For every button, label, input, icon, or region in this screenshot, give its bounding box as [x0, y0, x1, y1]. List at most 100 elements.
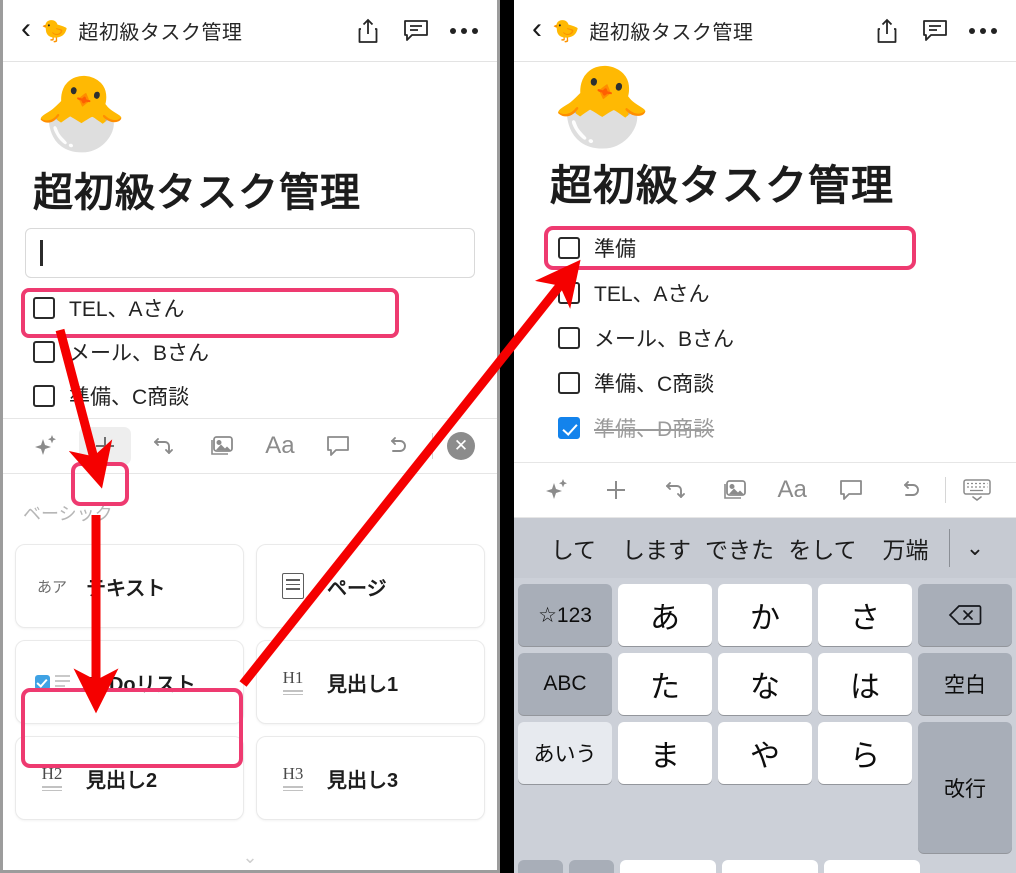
chevron-down-icon[interactable]: ⌄	[952, 535, 998, 561]
block-option-label: 見出し3	[327, 769, 399, 792]
undo-icon[interactable]	[880, 477, 939, 503]
block-option-heading-2[interactable]: H2 見出し2	[15, 736, 244, 820]
suggestion-item[interactable]: して	[532, 531, 615, 565]
key-punctuation[interactable]: 、。?!	[824, 860, 920, 873]
key-ya[interactable]: や	[718, 722, 812, 784]
key-sa[interactable]: さ	[818, 584, 912, 646]
checkbox[interactable]	[558, 236, 580, 259]
list-item[interactable]: メール、Bさん	[558, 315, 994, 360]
left-block-picker: ベーシック あア テキスト ページ ToDoリスト H1 見出し1 H2 見出し…	[3, 474, 497, 830]
key-ha[interactable]: は	[818, 653, 912, 715]
list-item-label: 準備、C商談	[69, 386, 190, 409]
chick-emoji-icon: 🐤	[552, 17, 580, 43]
sparkle-icon[interactable]	[528, 477, 587, 503]
convert-icon[interactable]	[134, 433, 192, 459]
add-block-button[interactable]	[78, 427, 131, 465]
comparison-screenshot: ‹ 🐤 超初級タスク管理 🐣 超初級タスク管理 TEL、Aさん メール、Bさん …	[0, 0, 1016, 873]
list-item[interactable]: 準備、C商談	[33, 374, 475, 418]
keyboard-bottom-pair	[518, 860, 614, 873]
left-navbar: ‹ 🐤 超初級タスク管理	[3, 0, 497, 62]
checkbox[interactable]	[33, 297, 55, 319]
right-editor-toolbar: Aa	[514, 462, 1016, 518]
more-dots-icon[interactable]	[447, 14, 481, 48]
page-icon	[275, 573, 311, 599]
block-option-page[interactable]: ページ	[256, 544, 485, 628]
block-option-label: テキスト	[86, 577, 166, 600]
list-item[interactable]: 準備、C商談	[558, 360, 994, 405]
key-abc[interactable]: ABC	[518, 653, 612, 715]
right-document-body: 🐣 超初級タスク管理 準備 TEL、Aさん メール、Bさん 準備、C商談 準備、…	[514, 62, 1016, 450]
block-option-label: ToDoリスト	[86, 673, 196, 696]
chevron-down-icon[interactable]: ⌄	[3, 847, 497, 868]
key-emoticon[interactable]: ^_^	[620, 860, 716, 873]
add-block-button[interactable]	[587, 477, 646, 503]
key-symbols[interactable]: ☆123	[518, 584, 612, 646]
list-item[interactable]: TEL、Aさん	[33, 286, 475, 330]
document-title: 超初級タスク管理	[33, 171, 361, 215]
todo-list-icon	[34, 674, 70, 690]
key-a[interactable]: あ	[618, 584, 712, 646]
checkbox[interactable]	[558, 371, 580, 394]
key-mic-icon[interactable]	[569, 860, 614, 873]
close-circle-icon[interactable]: ✕	[439, 432, 483, 460]
comment-icon[interactable]	[918, 14, 952, 48]
list-item-label: TEL、Aさん	[594, 282, 710, 306]
block-option-todo-list[interactable]: ToDoリスト	[15, 640, 244, 724]
block-option-heading-1[interactable]: H1 見出し1	[256, 640, 485, 724]
sparkle-icon[interactable]	[17, 433, 75, 459]
key-kana-mode[interactable]: あいう	[518, 722, 612, 784]
convert-icon[interactable]	[645, 477, 704, 503]
comment-bubble-icon[interactable]	[822, 478, 881, 502]
keyboard-row: あいう ま や ら 改行	[518, 722, 1012, 853]
keyboard-row: ^_^ わ 、。?!	[518, 860, 1012, 873]
key-globe-icon[interactable]	[518, 860, 563, 873]
key-ra[interactable]: ら	[818, 722, 912, 784]
key-return[interactable]: 改行	[918, 722, 1012, 853]
aa-kana-icon: あア	[36, 577, 67, 596]
key-ka[interactable]: か	[718, 584, 812, 646]
block-option-heading-3[interactable]: H3 見出し3	[256, 736, 485, 820]
comment-bubble-icon[interactable]	[309, 434, 367, 458]
suggestion-item[interactable]: 万端	[864, 531, 947, 565]
key-wa[interactable]: わ	[722, 860, 818, 873]
undo-icon[interactable]	[368, 433, 426, 459]
new-item-input[interactable]	[25, 228, 475, 278]
new-item-input-row	[25, 228, 475, 278]
checkbox[interactable]	[33, 385, 55, 407]
key-space[interactable]: 空白	[918, 653, 1012, 715]
checkbox[interactable]	[558, 281, 580, 304]
suggestion-item[interactable]: をして	[781, 531, 864, 565]
heading-3-icon: H3	[275, 765, 311, 791]
suggestion-item[interactable]: できた	[698, 531, 781, 565]
list-item-label: メール、Bさん	[594, 327, 735, 351]
share-icon[interactable]	[351, 14, 385, 48]
heading-1-icon: H1	[275, 669, 311, 695]
key-na[interactable]: な	[718, 653, 812, 715]
heading-2-icon: H2	[34, 765, 70, 791]
comment-icon[interactable]	[399, 14, 433, 48]
document-title: 超初級タスク管理	[550, 162, 895, 209]
keyboard-hide-icon[interactable]	[952, 478, 1002, 502]
list-item-label: 準備、C商談	[594, 372, 715, 396]
text-format-icon[interactable]: Aa	[251, 432, 309, 460]
back-icon[interactable]: ‹	[19, 13, 41, 48]
list-item[interactable]: TEL、Aさん	[558, 270, 994, 315]
key-backspace[interactable]	[918, 584, 1012, 646]
checkbox[interactable]	[33, 341, 55, 363]
share-icon[interactable]	[870, 14, 904, 48]
list-item[interactable]: メール、Bさん	[33, 330, 475, 374]
list-item[interactable]: 準備、D商談	[558, 405, 994, 450]
checkbox[interactable]	[558, 326, 580, 349]
back-icon[interactable]: ‹	[530, 13, 552, 48]
checkbox[interactable]	[558, 416, 580, 439]
image-icon[interactable]	[192, 433, 250, 459]
list-item[interactable]: 準備	[558, 225, 994, 270]
key-ma[interactable]: ま	[618, 722, 712, 784]
suggestion-item[interactable]: します	[615, 531, 698, 565]
text-format-icon[interactable]: Aa	[763, 476, 822, 504]
more-dots-icon[interactable]	[966, 14, 1000, 48]
block-option-text[interactable]: あア テキスト	[15, 544, 244, 628]
image-icon[interactable]	[704, 477, 763, 503]
list-item-label: TEL、Aさん	[69, 298, 185, 321]
key-ta[interactable]: た	[618, 653, 712, 715]
